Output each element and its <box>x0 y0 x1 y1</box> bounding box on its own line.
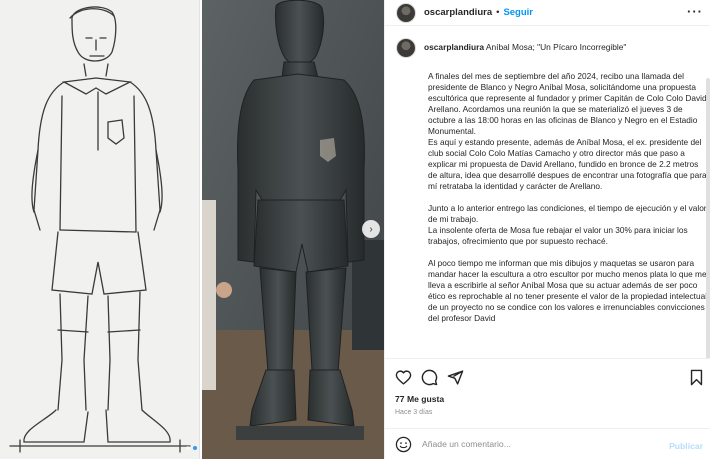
follow-button[interactable]: Seguir <box>503 7 533 18</box>
sketch-image <box>0 0 200 459</box>
comment-bar: Publicar <box>385 428 710 459</box>
caption-paragraph: A finales del mes de septiembre del año … <box>428 71 707 136</box>
statue-drawing <box>202 0 384 459</box>
caption-paragraph: Es aquí y estando presente, además de An… <box>428 137 707 191</box>
post-header: oscarplandiura • Seguir ··· <box>385 0 710 26</box>
post-time[interactable]: Hace 3 días <box>395 409 432 416</box>
comment-input[interactable] <box>422 439 662 449</box>
caption-title: oscarplandiura Aníbal Mosa; "Un Pícaro I… <box>424 42 626 53</box>
publish-button[interactable]: Publicar <box>669 441 703 451</box>
caption-area[interactable]: oscarplandiura Aníbal Mosa; "Un Pícaro I… <box>385 38 710 358</box>
post-media[interactable]: › <box>0 0 384 459</box>
caption-title-text: Aníbal Mosa; "Un Pícaro Incorregible" <box>485 42 627 52</box>
comment-icon[interactable] <box>421 369 438 386</box>
caption-paragraph: La insolente oferta de Mosa fue rebajar … <box>428 225 688 246</box>
bookmark-icon[interactable] <box>688 369 705 386</box>
likes-count[interactable]: 77 Me gusta <box>395 394 444 404</box>
more-horizontal-icon[interactable]: ··· <box>687 4 703 19</box>
post-side-panel: oscarplandiura • Seguir ··· oscarplandiu… <box>384 0 710 459</box>
heart-icon[interactable] <box>395 369 412 386</box>
caption-body: A finales del mes de septiembre del año … <box>428 71 708 324</box>
action-bar <box>385 358 710 394</box>
caption-username[interactable]: oscarplandiura <box>424 42 484 52</box>
emoji-icon[interactable] <box>395 436 412 453</box>
caption-scrollbar[interactable] <box>706 78 710 358</box>
caption-header: oscarplandiura Aníbal Mosa; "Un Pícaro I… <box>385 38 710 58</box>
caption-paragraph: Junto a lo anterior entrego las condicio… <box>428 203 707 224</box>
username-link[interactable]: oscarplandiura <box>424 7 492 18</box>
slide-indicator <box>186 446 197 450</box>
next-slide-button[interactable]: › <box>362 220 380 238</box>
sketch-drawing <box>9 6 191 453</box>
separator: • <box>496 7 500 18</box>
slide-dot <box>186 446 190 450</box>
avatar[interactable] <box>396 2 416 23</box>
statue-photo <box>202 0 384 459</box>
caption-paragraph: Al poco tiempo me informan que mis dibuj… <box>428 258 708 323</box>
share-icon[interactable] <box>447 369 464 386</box>
avatar[interactable] <box>396 38 416 58</box>
slide-dot-active <box>193 446 197 450</box>
